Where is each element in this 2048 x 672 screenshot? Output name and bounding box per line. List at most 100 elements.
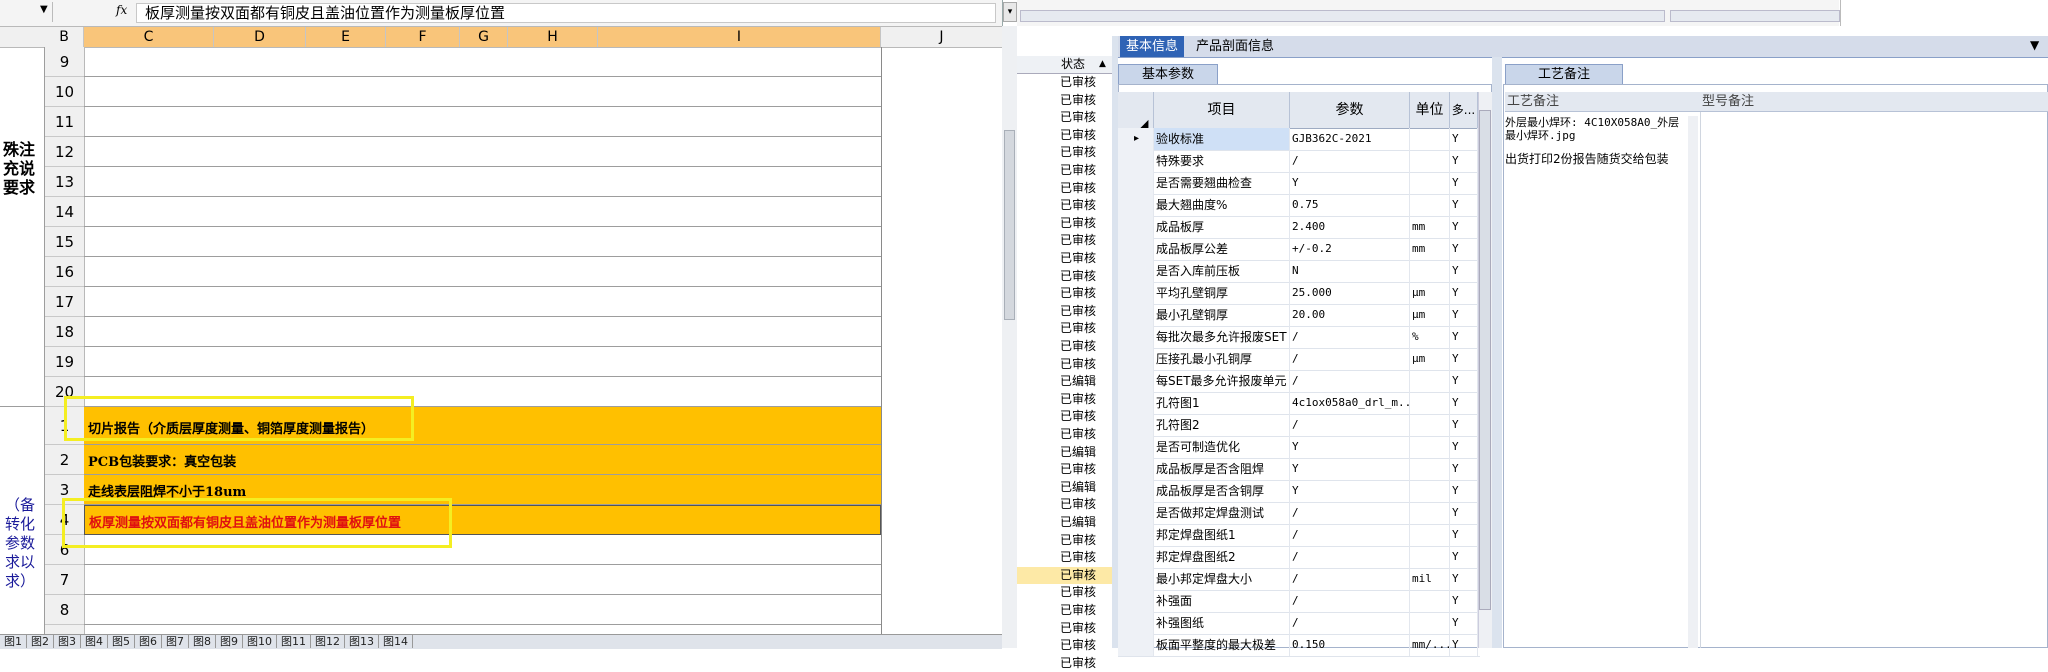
cell-item[interactable]: 是否可制造优化 <box>1154 436 1290 458</box>
status-item[interactable]: 已审核 <box>1060 426 1096 443</box>
process-note-2[interactable]: 出货打印2份报告随货交给包装 <box>1505 152 1695 167</box>
cell-flag[interactable]: Y <box>1450 436 1478 458</box>
cell-unit[interactable] <box>1410 150 1450 172</box>
table-row[interactable] <box>84 257 881 287</box>
scrollbar-thumb[interactable] <box>1004 130 1015 320</box>
cell-flag[interactable]: Y <box>1450 348 1478 370</box>
cell-flag[interactable]: Y <box>1450 634 1478 656</box>
column-header-unit[interactable]: 单位 <box>1410 92 1450 128</box>
status-item[interactable]: 已审核 <box>1060 285 1096 302</box>
column-j-cells[interactable] <box>881 47 1003 635</box>
column-header-f[interactable]: F <box>386 27 460 47</box>
pane-splitter[interactable] <box>1492 57 1502 648</box>
status-item[interactable]: 已审核 <box>1060 74 1096 91</box>
status-item[interactable]: 已审核 <box>1060 92 1096 109</box>
cell-unit[interactable]: mil <box>1410 568 1450 590</box>
row-selector[interactable] <box>1118 414 1154 436</box>
cell-flag[interactable]: Y <box>1450 568 1478 590</box>
status-column-header[interactable]: 状态 ▲ <box>1017 56 1112 74</box>
table-row[interactable] <box>84 287 881 317</box>
sheet-tab[interactable]: 图7 <box>162 635 189 648</box>
row-selector[interactable] <box>1118 480 1154 502</box>
cell-param[interactable]: Y <box>1290 172 1410 194</box>
status-item[interactable]: 已审核 <box>1060 567 1096 584</box>
cell-flag[interactable]: Y <box>1450 502 1478 524</box>
status-item[interactable]: 已审核 <box>1060 549 1096 566</box>
cell-unit[interactable] <box>1410 524 1450 546</box>
status-item[interactable]: 已审核 <box>1060 338 1096 355</box>
table-row[interactable]: 每批次最多允许报废SET /% Y <box>1118 326 1480 349</box>
row-selector[interactable] <box>1118 238 1154 260</box>
row-selector[interactable] <box>1118 546 1154 568</box>
cell-unit[interactable] <box>1410 458 1450 480</box>
row-selector[interactable] <box>1118 436 1154 458</box>
horizontal-scrollbar[interactable] <box>1020 10 1665 22</box>
sheet-tab[interactable]: 图8 <box>189 635 216 648</box>
row-selector[interactable] <box>1118 282 1154 304</box>
row-header[interactable]: 14 <box>45 197 84 227</box>
cell-param[interactable]: / <box>1290 150 1410 172</box>
row-selector[interactable] <box>1118 568 1154 590</box>
status-item[interactable]: 已审核 <box>1060 162 1096 179</box>
notes-column-header[interactable]: 工艺备注 <box>1505 92 1700 112</box>
cell-param[interactable]: Y <box>1290 480 1410 502</box>
cell-flag[interactable]: Y <box>1450 480 1478 502</box>
table-row[interactable]: 最小孔壁铜厚 20.00 μm Y <box>1118 304 1480 327</box>
cell-item[interactable]: 成品板厚是否含阻焊 <box>1154 458 1290 480</box>
merged-cell-a-top[interactable] <box>0 47 45 407</box>
cell-param[interactable]: / <box>1290 370 1410 392</box>
table-row[interactable] <box>84 47 881 77</box>
cell-param[interactable]: +/-0.2 <box>1290 238 1410 260</box>
row-selector[interactable] <box>1118 502 1154 524</box>
cell-item[interactable]: 最小邦定焊盘大小 <box>1154 568 1290 590</box>
cell-item[interactable]: 邦定焊盘图纸1 <box>1154 524 1290 546</box>
column-header-j[interactable]: J <box>881 27 1003 47</box>
sheet-tab[interactable]: 图12 <box>311 635 345 648</box>
row-selector[interactable] <box>1118 194 1154 216</box>
cell-unit[interactable] <box>1410 480 1450 502</box>
row-selector[interactable] <box>1118 612 1154 634</box>
table-row[interactable]: 成品板厚公差 +/-0.2 mm Y <box>1118 238 1480 261</box>
table-row[interactable] <box>84 107 881 137</box>
cell-item[interactable]: 压接孔最小孔铜厚 <box>1154 348 1290 370</box>
cell-item[interactable]: 孔符图2 <box>1154 414 1290 436</box>
table-row[interactable]: 成品板厚是否含铜厚 Y Y <box>1118 480 1480 503</box>
table-row[interactable] <box>84 317 881 347</box>
row-header[interactable]: 7 <box>45 565 84 595</box>
table-row[interactable] <box>84 77 881 107</box>
cell-unit[interactable] <box>1410 436 1450 458</box>
table-row[interactable]: 每SET最多允许报废单元 / Y <box>1118 370 1480 393</box>
cell-param[interactable]: / <box>1290 612 1410 634</box>
row-selector[interactable] <box>1118 216 1154 238</box>
cell-flag[interactable]: Y <box>1450 590 1478 612</box>
row-selector[interactable] <box>1118 590 1154 612</box>
cell-unit[interactable]: mm <box>1410 238 1450 260</box>
table-row[interactable]: 平均孔壁铜厚 25.000 μm Y <box>1118 282 1480 305</box>
table-row[interactable] <box>84 167 881 197</box>
cell-unit[interactable]: μm <box>1410 348 1450 370</box>
table-row[interactable]: 是否入库前压板 N Y <box>1118 260 1480 283</box>
status-item[interactable]: 已审核 <box>1060 232 1096 249</box>
status-item[interactable]: 已审核 <box>1060 496 1096 513</box>
row-pointer-icon[interactable]: ▸ <box>1118 128 1154 150</box>
table-row[interactable]: 成品板厚 2.400 mm Y <box>1118 216 1480 239</box>
table-row[interactable]: PCB包装要求：真空包装 <box>84 445 881 475</box>
cell-flag[interactable]: Y <box>1450 392 1478 414</box>
table-row[interactable]: 补强面 / Y <box>1118 590 1480 613</box>
cell-unit[interactable]: μm <box>1410 304 1450 326</box>
notes-scrollbar[interactable] <box>1688 116 1698 648</box>
cell-param[interactable]: / <box>1290 414 1410 436</box>
formula-input[interactable]: 板厚测量按双面都有铜皮且盖油位置作为测量板厚位置 <box>136 3 996 23</box>
cell-flag[interactable]: Y <box>1450 370 1478 392</box>
row-selector[interactable] <box>1118 326 1154 348</box>
sheet-tab[interactable]: 图2 <box>27 635 54 648</box>
status-item[interactable]: 已审核 <box>1060 584 1096 601</box>
cell-param[interactable]: / <box>1290 502 1410 524</box>
cell-unit[interactable] <box>1410 260 1450 282</box>
row-header[interactable]: 2 <box>45 445 84 475</box>
cell-flag[interactable]: Y <box>1450 216 1478 238</box>
sheet-tab[interactable]: 图4 <box>81 635 108 648</box>
status-item[interactable]: 已编辑 <box>1060 444 1096 461</box>
status-item[interactable]: 已审核 <box>1060 461 1096 478</box>
column-header-param[interactable]: 参数 <box>1290 92 1410 128</box>
